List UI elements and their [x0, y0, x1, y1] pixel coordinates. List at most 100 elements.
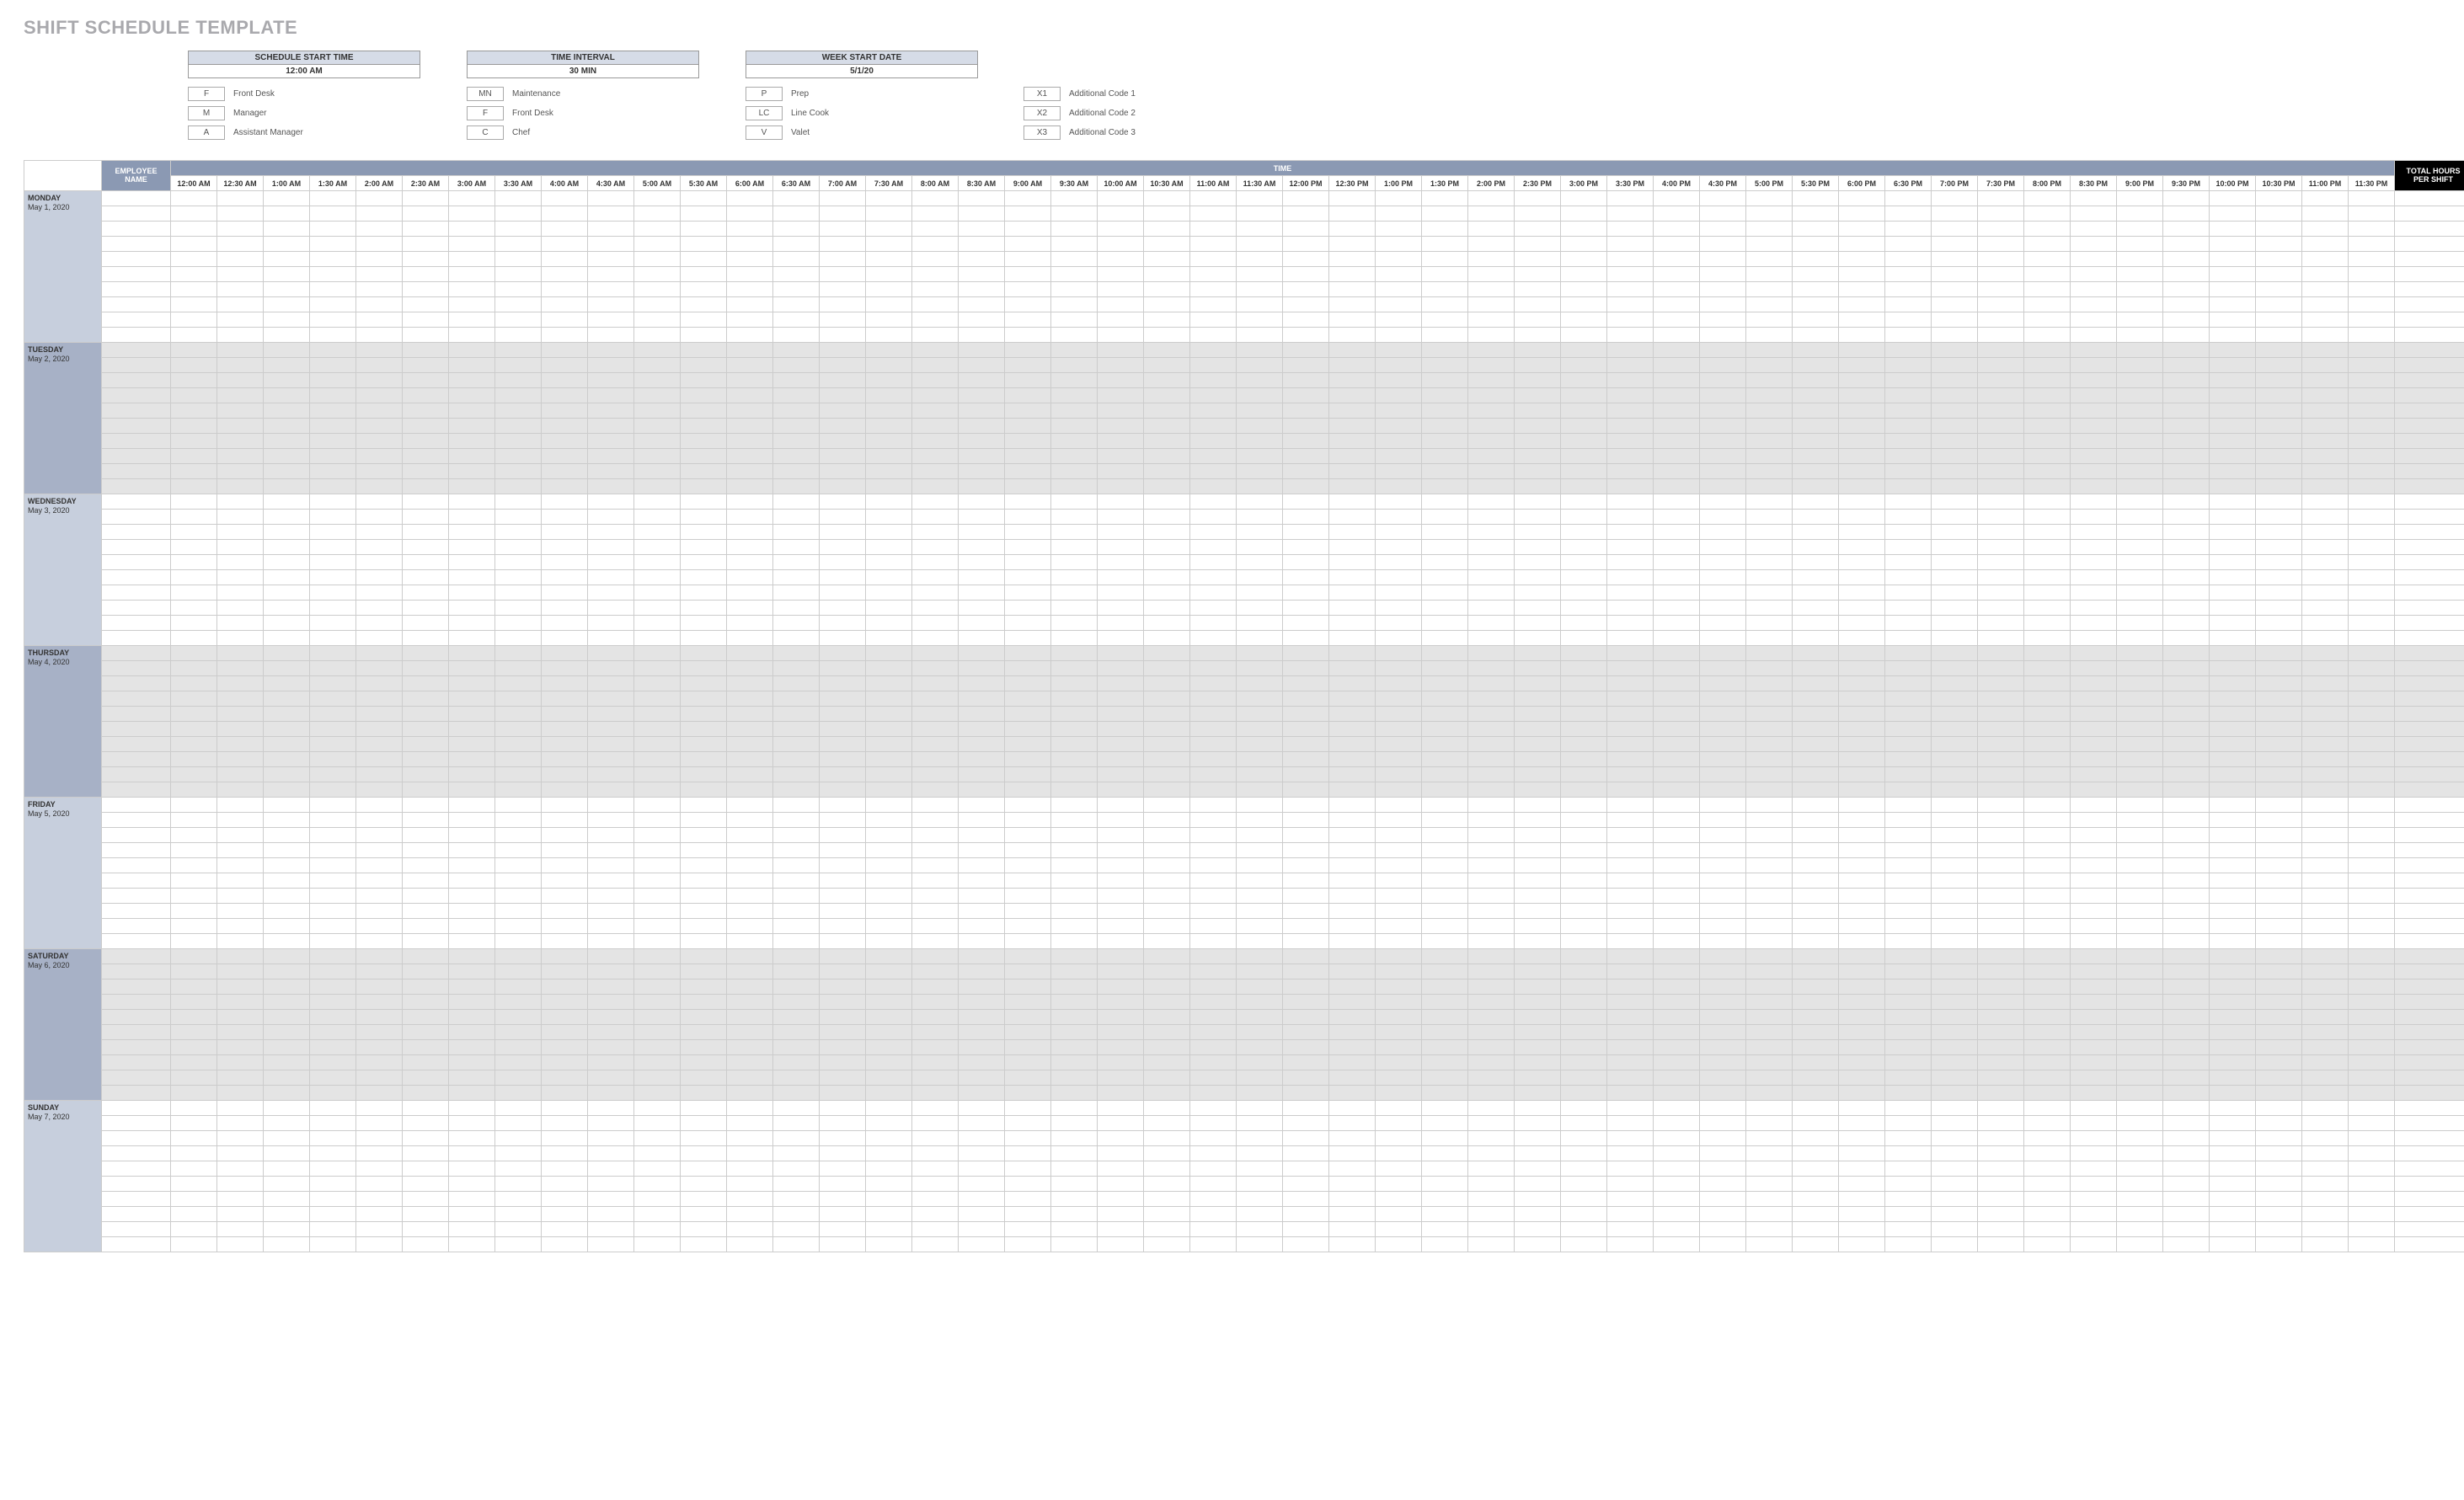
time-cell[interactable]: [959, 919, 1005, 934]
time-cell[interactable]: [1329, 904, 1376, 919]
time-cell[interactable]: [1237, 995, 1283, 1010]
time-cell[interactable]: [264, 570, 310, 585]
time-cell[interactable]: [866, 1086, 912, 1101]
time-cell[interactable]: [1607, 782, 1654, 798]
time-cell[interactable]: [2349, 419, 2395, 434]
time-cell[interactable]: [356, 1040, 403, 1055]
time-cell[interactable]: [2349, 237, 2395, 252]
time-cell[interactable]: [1746, 661, 1793, 676]
time-cell[interactable]: [1190, 358, 1237, 373]
time-cell[interactable]: [1051, 949, 1098, 964]
time-cell[interactable]: [449, 1070, 495, 1086]
time-cell[interactable]: [2210, 585, 2256, 601]
time-cell[interactable]: [2210, 1086, 2256, 1101]
time-cell[interactable]: [1376, 934, 1422, 949]
time-cell[interactable]: [449, 1116, 495, 1131]
time-cell[interactable]: [2256, 1086, 2302, 1101]
time-cell[interactable]: [588, 555, 634, 570]
time-cell[interactable]: [310, 737, 356, 752]
time-cell[interactable]: [2117, 904, 2163, 919]
time-cell[interactable]: [217, 798, 264, 813]
time-cell[interactable]: [495, 722, 542, 737]
time-cell[interactable]: [1098, 752, 1144, 767]
time-cell[interactable]: [310, 1086, 356, 1101]
time-cell[interactable]: [2256, 312, 2302, 328]
time-cell[interactable]: [2071, 540, 2117, 555]
time-cell[interactable]: [681, 206, 727, 222]
time-cell[interactable]: [2302, 828, 2349, 843]
time-cell[interactable]: [1098, 191, 1144, 206]
time-cell[interactable]: [1515, 1010, 1561, 1025]
time-cell[interactable]: [1978, 267, 2024, 282]
time-cell[interactable]: [1607, 555, 1654, 570]
time-cell[interactable]: [171, 1207, 217, 1222]
time-cell[interactable]: [1237, 237, 1283, 252]
time-cell[interactable]: [1932, 1222, 1978, 1237]
time-cell[interactable]: [1793, 1131, 1839, 1146]
time-cell[interactable]: [634, 464, 681, 479]
time-cell[interactable]: [171, 1146, 217, 1161]
time-cell[interactable]: [1005, 601, 1051, 616]
time-cell[interactable]: [1051, 1177, 1098, 1192]
time-cell[interactable]: [1885, 1207, 1932, 1222]
time-cell[interactable]: [2210, 767, 2256, 782]
time-cell[interactable]: [1005, 510, 1051, 525]
time-cell[interactable]: [1422, 237, 1468, 252]
time-cell[interactable]: [1885, 297, 1932, 312]
time-cell[interactable]: [1329, 752, 1376, 767]
time-cell[interactable]: [449, 1222, 495, 1237]
time-cell[interactable]: [1283, 1010, 1329, 1025]
time-cell[interactable]: [217, 1010, 264, 1025]
time-cell[interactable]: [1978, 252, 2024, 267]
time-cell[interactable]: [727, 980, 773, 995]
time-cell[interactable]: [912, 646, 959, 661]
time-cell[interactable]: [217, 964, 264, 980]
time-cell[interactable]: [2163, 1237, 2210, 1252]
time-cell[interactable]: [820, 949, 866, 964]
time-cell[interactable]: [1978, 464, 2024, 479]
time-cell[interactable]: [356, 661, 403, 676]
time-cell[interactable]: [1839, 494, 1885, 510]
time-cell[interactable]: [1978, 873, 2024, 889]
time-cell[interactable]: [1746, 782, 1793, 798]
time-cell[interactable]: [1654, 510, 1700, 525]
time-cell[interactable]: [2163, 1116, 2210, 1131]
time-cell[interactable]: [1978, 1116, 2024, 1131]
time-cell[interactable]: [2117, 616, 2163, 631]
time-cell[interactable]: [1561, 767, 1607, 782]
time-cell[interactable]: [542, 691, 588, 707]
time-cell[interactable]: [1190, 1025, 1237, 1040]
time-cell[interactable]: [1932, 464, 1978, 479]
time-cell[interactable]: [1468, 479, 1515, 494]
time-cell[interactable]: [310, 1177, 356, 1192]
time-cell[interactable]: [1098, 813, 1144, 828]
time-cell[interactable]: [1700, 1177, 1746, 1192]
time-cell[interactable]: [1144, 752, 1190, 767]
time-cell[interactable]: [727, 479, 773, 494]
time-cell[interactable]: [1932, 419, 1978, 434]
time-cell[interactable]: [1746, 601, 1793, 616]
time-cell[interactable]: [1144, 1070, 1190, 1086]
time-cell[interactable]: [1793, 828, 1839, 843]
time-cell[interactable]: [1422, 631, 1468, 646]
time-cell[interactable]: [2117, 601, 2163, 616]
time-cell[interactable]: [2163, 631, 2210, 646]
time-cell[interactable]: [912, 676, 959, 691]
time-cell[interactable]: [2024, 722, 2071, 737]
time-cell[interactable]: [1793, 388, 1839, 403]
time-cell[interactable]: [2117, 1207, 2163, 1222]
time-cell[interactable]: [2302, 1025, 2349, 1040]
time-cell[interactable]: [2117, 934, 2163, 949]
time-cell[interactable]: [1515, 828, 1561, 843]
time-cell[interactable]: [727, 858, 773, 873]
time-cell[interactable]: [1237, 1116, 1283, 1131]
employee-cell[interactable]: [102, 328, 171, 343]
time-cell[interactable]: [588, 206, 634, 222]
time-cell[interactable]: [866, 222, 912, 237]
time-cell[interactable]: [1932, 570, 1978, 585]
time-cell[interactable]: [1051, 858, 1098, 873]
time-cell[interactable]: [1654, 312, 1700, 328]
time-cell[interactable]: [2349, 828, 2395, 843]
time-cell[interactable]: [2256, 1222, 2302, 1237]
time-cell[interactable]: [1468, 343, 1515, 358]
